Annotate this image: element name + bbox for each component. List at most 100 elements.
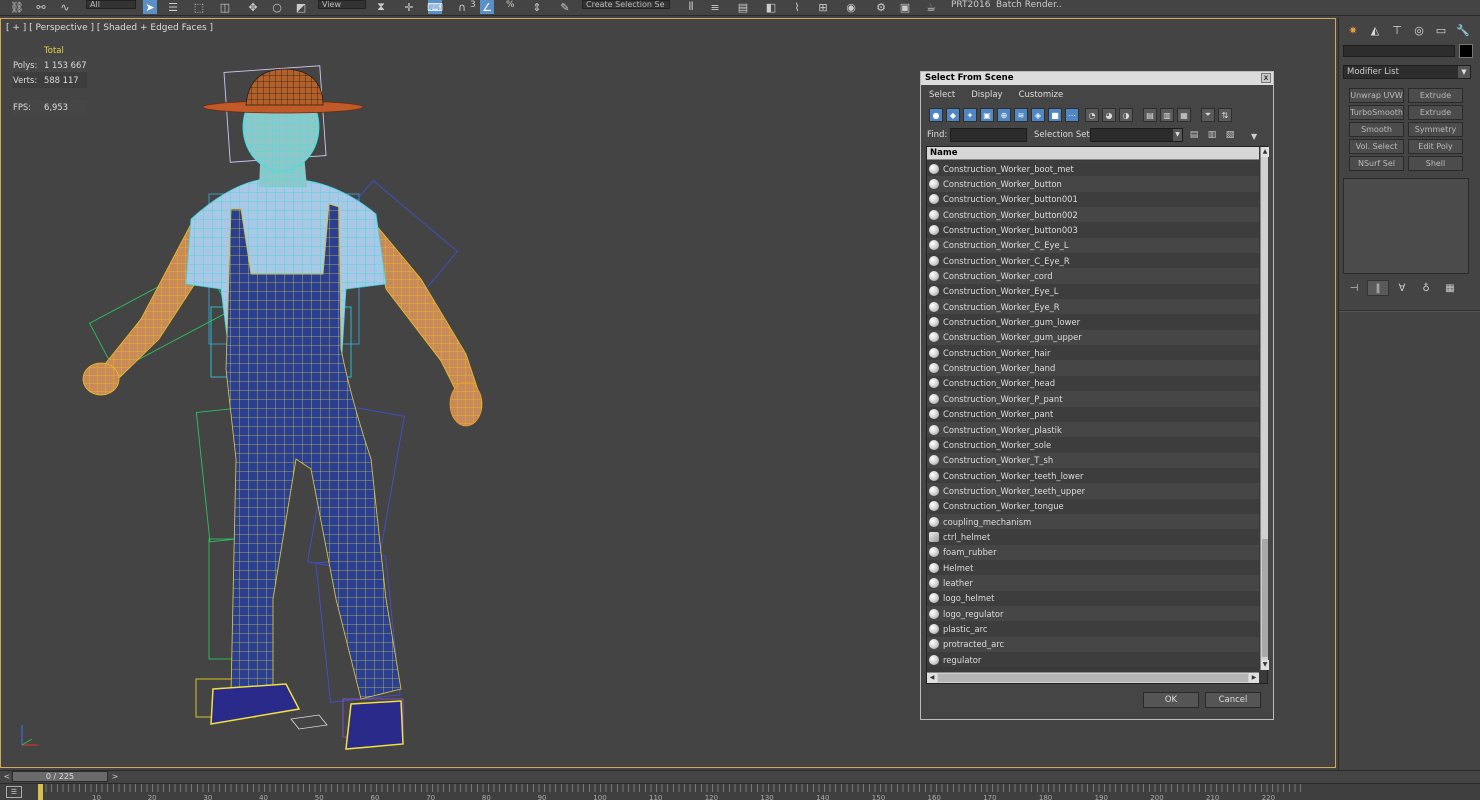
filter-icon[interactable]: ⏷ bbox=[1201, 108, 1215, 122]
rectangular-selection-icon[interactable]: ⬚ bbox=[192, 0, 206, 14]
ok-button[interactable]: OK bbox=[1143, 692, 1199, 708]
display-groups-icon[interactable]: ◈ bbox=[1031, 108, 1045, 122]
display-bones-icon[interactable]: ⋯ bbox=[1065, 108, 1079, 122]
menu-select[interactable]: Select bbox=[929, 87, 955, 103]
list-item[interactable]: Construction_Worker_plastik bbox=[927, 421, 1259, 438]
material-editor-icon[interactable]: ◉ bbox=[844, 0, 858, 14]
render-setup-icon[interactable]: ⚙ bbox=[874, 0, 888, 14]
display-cameras-icon[interactable]: ▣ bbox=[980, 108, 994, 122]
previous-frame-button[interactable]: < bbox=[2, 771, 12, 782]
configure-modifier-sets-icon[interactable]: ▦ bbox=[1439, 280, 1461, 296]
column-header-name[interactable]: Name bbox=[927, 147, 1259, 160]
object-name-field[interactable] bbox=[1343, 45, 1455, 57]
make-unique-icon[interactable]: ∀ bbox=[1391, 280, 1413, 296]
list-item[interactable]: Construction_Worker_gum_upper bbox=[927, 329, 1259, 346]
display-helpers-icon[interactable]: ⊕ bbox=[997, 108, 1011, 122]
display-geometry-icon[interactable]: ● bbox=[929, 108, 943, 122]
render-production-icon[interactable]: ☕ bbox=[924, 0, 938, 14]
batch-render-label[interactable]: Batch Render.. bbox=[996, 0, 1062, 10]
window-crossing-icon[interactable]: ◫ bbox=[218, 0, 232, 14]
select-object-icon[interactable]: ➤ bbox=[143, 0, 157, 14]
vertical-scrollbar[interactable]: ▲ ▼ bbox=[1260, 147, 1269, 670]
list-item[interactable]: Construction_Worker_head bbox=[927, 375, 1259, 392]
list-item[interactable]: protracted_arc bbox=[927, 636, 1259, 652]
horizontal-scrollbar[interactable]: ◀ ▶ bbox=[927, 672, 1259, 683]
edit-named-selection-icon[interactable]: ✎ bbox=[558, 0, 572, 14]
modifier-button[interactable]: NSurf Sel bbox=[1349, 156, 1404, 171]
keyboard-shortcut-override-icon[interactable]: ⌨ bbox=[427, 0, 443, 14]
object-color-swatch[interactable] bbox=[1459, 44, 1473, 58]
modifier-stack[interactable] bbox=[1343, 178, 1469, 274]
display-influences-icon[interactable]: ▥ bbox=[1160, 108, 1174, 122]
display-space-warps-icon[interactable]: ≋ bbox=[1014, 108, 1028, 122]
list-item[interactable]: Construction_Worker_teeth_upper bbox=[927, 483, 1259, 499]
remove-from-selection-set-icon[interactable]: ▧ bbox=[1223, 128, 1237, 142]
dialog-title[interactable]: Select From Scene bbox=[921, 72, 1273, 85]
list-item[interactable]: Construction_Worker_T_sh bbox=[927, 452, 1259, 468]
motion-tab-icon[interactable]: ◎ bbox=[1409, 22, 1429, 38]
display-lights-icon[interactable]: ✦ bbox=[963, 108, 977, 122]
modifier-button[interactable]: Vol. Select bbox=[1349, 139, 1404, 154]
list-item[interactable]: plastic_arc bbox=[927, 621, 1259, 637]
list-item[interactable]: Construction_Worker_Eye_R bbox=[927, 299, 1259, 315]
current-frame-marker[interactable] bbox=[38, 784, 43, 800]
scroll-left-icon[interactable]: ◀ bbox=[927, 673, 937, 683]
create-selection-set-icon[interactable]: ▤ bbox=[1187, 128, 1201, 142]
align-icon[interactable]: ≡ bbox=[708, 0, 722, 14]
reference-coord-combo[interactable]: View bbox=[318, 0, 366, 9]
expand-icon[interactable]: ▼ bbox=[1251, 132, 1257, 141]
list-item[interactable]: logo_helmet bbox=[927, 590, 1259, 606]
modifier-button[interactable]: Edit Poly bbox=[1408, 139, 1463, 154]
utilities-tab-icon[interactable]: 🔧 bbox=[1453, 22, 1473, 38]
display-dependents-icon[interactable]: ▦ bbox=[1177, 108, 1191, 122]
add-to-selection-set-icon[interactable]: ▥ bbox=[1205, 128, 1219, 142]
select-none-icon[interactable]: ◕ bbox=[1102, 108, 1116, 122]
close-icon[interactable]: x bbox=[1261, 73, 1271, 83]
select-rotate-icon[interactable]: ○ bbox=[270, 0, 284, 14]
list-item[interactable]: Construction_Worker_button003 bbox=[927, 222, 1259, 238]
list-item[interactable]: Construction_Worker_tongue bbox=[927, 498, 1259, 514]
rendered-frame-window-icon[interactable]: ▣ bbox=[898, 0, 912, 14]
curve-editor-icon[interactable]: ⌇ bbox=[790, 0, 804, 14]
modifier-list-dropdown[interactable]: Modifier List ▼ bbox=[1343, 65, 1471, 79]
list-item[interactable]: leather bbox=[927, 575, 1259, 591]
scroll-up-icon[interactable]: ▲ bbox=[1261, 147, 1269, 157]
display-children-icon[interactable]: ▤ bbox=[1143, 108, 1157, 122]
list-item[interactable]: Construction_Worker_teeth_lower bbox=[927, 467, 1259, 484]
scroll-down-icon[interactable]: ▼ bbox=[1261, 660, 1269, 670]
character-model[interactable] bbox=[41, 39, 561, 768]
scroll-right-icon[interactable]: ▶ bbox=[1249, 673, 1259, 683]
select-move-icon[interactable]: ✥ bbox=[246, 0, 260, 14]
spinner-snap-icon[interactable]: ⇕ bbox=[530, 0, 544, 14]
list-item[interactable]: Construction_Worker_button bbox=[927, 176, 1259, 192]
selection-set-dropdown[interactable]: ▼ bbox=[1090, 128, 1183, 142]
display-shapes-icon[interactable]: ◆ bbox=[946, 108, 960, 122]
find-input[interactable] bbox=[950, 128, 1027, 142]
select-manipulate-icon[interactable]: ✛ bbox=[402, 0, 416, 14]
list-item[interactable]: Construction_Worker_C_Eye_R bbox=[927, 253, 1259, 269]
list-item[interactable]: Construction_Worker_gum_lower bbox=[927, 314, 1259, 330]
create-tab-icon[interactable]: ✷ bbox=[1343, 22, 1363, 38]
modifier-button[interactable]: TurboSmooth bbox=[1349, 105, 1404, 120]
viewport-label[interactable]: [ + ] [ Perspective ] [ Shaded + Edged F… bbox=[6, 23, 213, 33]
menu-display[interactable]: Display bbox=[971, 87, 1002, 103]
list-item[interactable]: Construction_Worker_boot_met bbox=[927, 161, 1259, 177]
menu-customize[interactable]: Customize bbox=[1019, 87, 1064, 103]
list-item[interactable]: Construction_Worker_pant bbox=[927, 406, 1259, 422]
pivot-center-icon[interactable]: ⧗ bbox=[374, 0, 388, 14]
list-item[interactable]: Construction_Worker_button002 bbox=[927, 207, 1259, 223]
snaps-toggle-icon[interactable]: ∩ bbox=[455, 0, 469, 14]
list-item[interactable]: Construction_Worker_C_Eye_L bbox=[927, 237, 1259, 254]
link-icon[interactable]: ⛓ bbox=[10, 0, 24, 14]
modify-tab-icon[interactable]: ◭ bbox=[1365, 22, 1385, 38]
list-item[interactable]: Construction_Worker_Eye_L bbox=[927, 283, 1259, 300]
modifier-button[interactable]: Shell bbox=[1408, 156, 1463, 171]
show-end-result-icon[interactable]: ‖ bbox=[1367, 280, 1389, 296]
render-preset-label[interactable]: PRT2016 bbox=[951, 0, 990, 10]
sort-icon[interactable]: ⇅ bbox=[1218, 108, 1232, 122]
percent-snap-label[interactable]: % bbox=[506, 0, 515, 10]
list-item[interactable]: Construction_Worker_hair bbox=[927, 345, 1259, 361]
select-by-name-icon[interactable]: ☰ bbox=[166, 0, 180, 14]
modifier-button[interactable]: Extrude bbox=[1408, 105, 1463, 120]
hierarchy-tab-icon[interactable]: ⊤ bbox=[1387, 22, 1407, 38]
